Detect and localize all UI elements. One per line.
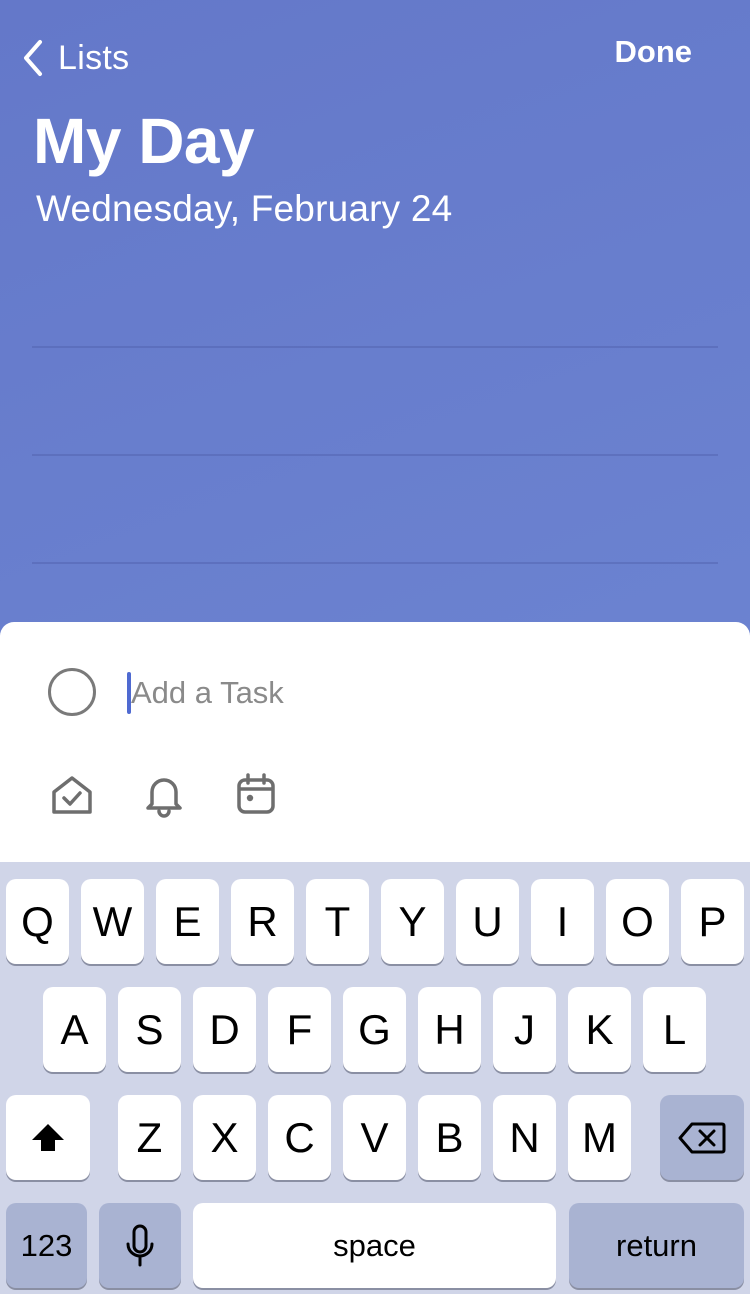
numbers-key[interactable]: 123 [6,1203,87,1288]
back-label: Lists [58,38,130,77]
key-l[interactable]: L [643,987,706,1072]
key-q[interactable]: Q [6,879,69,964]
key-x[interactable]: X [193,1095,256,1180]
key-m[interactable]: M [568,1095,631,1180]
microphone-icon [126,1224,154,1266]
remind-me-button[interactable] [140,770,188,818]
key-j[interactable]: J [493,987,556,1072]
key-t[interactable]: T [306,879,369,964]
key-f[interactable]: F [268,987,331,1072]
my-day-icon [52,776,92,814]
key-n[interactable]: N [493,1095,556,1180]
key-u[interactable]: U [456,879,519,964]
key-a[interactable]: A [43,987,106,1072]
done-button[interactable]: Done [615,34,693,70]
key-c[interactable]: C [268,1095,331,1180]
key-p[interactable]: P [681,879,744,964]
return-key[interactable]: return [569,1203,744,1288]
add-task-input[interactable] [131,668,711,718]
delete-key[interactable] [660,1095,744,1180]
add-task-sheet [0,622,750,864]
space-key[interactable]: space [193,1203,556,1288]
key-i[interactable]: I [531,879,594,964]
key-w[interactable]: W [81,879,144,964]
add-to-my-day-button[interactable] [48,770,96,818]
key-s[interactable]: S [118,987,181,1072]
key-b[interactable]: B [418,1095,481,1180]
page-date: Wednesday, February 24 [36,188,453,229]
keyboard: Q W E R T Y U I O P A S D F G H J K L Z … [0,862,750,1294]
key-z[interactable]: Z [118,1095,181,1180]
shift-key[interactable] [6,1095,90,1180]
chevron-left-icon [24,40,42,76]
divider [32,562,718,564]
key-d[interactable]: D [193,987,256,1072]
key-g[interactable]: G [343,987,406,1072]
key-r[interactable]: R [231,879,294,964]
page-title: My Day [33,105,255,177]
task-complete-circle-icon[interactable] [48,668,96,716]
divider [32,346,718,348]
key-v[interactable]: V [343,1095,406,1180]
key-y[interactable]: Y [381,879,444,964]
dictation-key[interactable] [99,1203,181,1288]
back-button[interactable]: Lists [22,36,129,80]
divider [32,454,718,456]
bell-icon [146,778,182,818]
key-o[interactable]: O [606,879,669,964]
key-e[interactable]: E [156,879,219,964]
add-due-date-button[interactable] [232,770,280,818]
delete-icon [678,1122,726,1153]
key-k[interactable]: K [568,987,631,1072]
calendar-icon [237,773,275,814]
shift-icon [32,1123,64,1151]
key-h[interactable]: H [418,987,481,1072]
